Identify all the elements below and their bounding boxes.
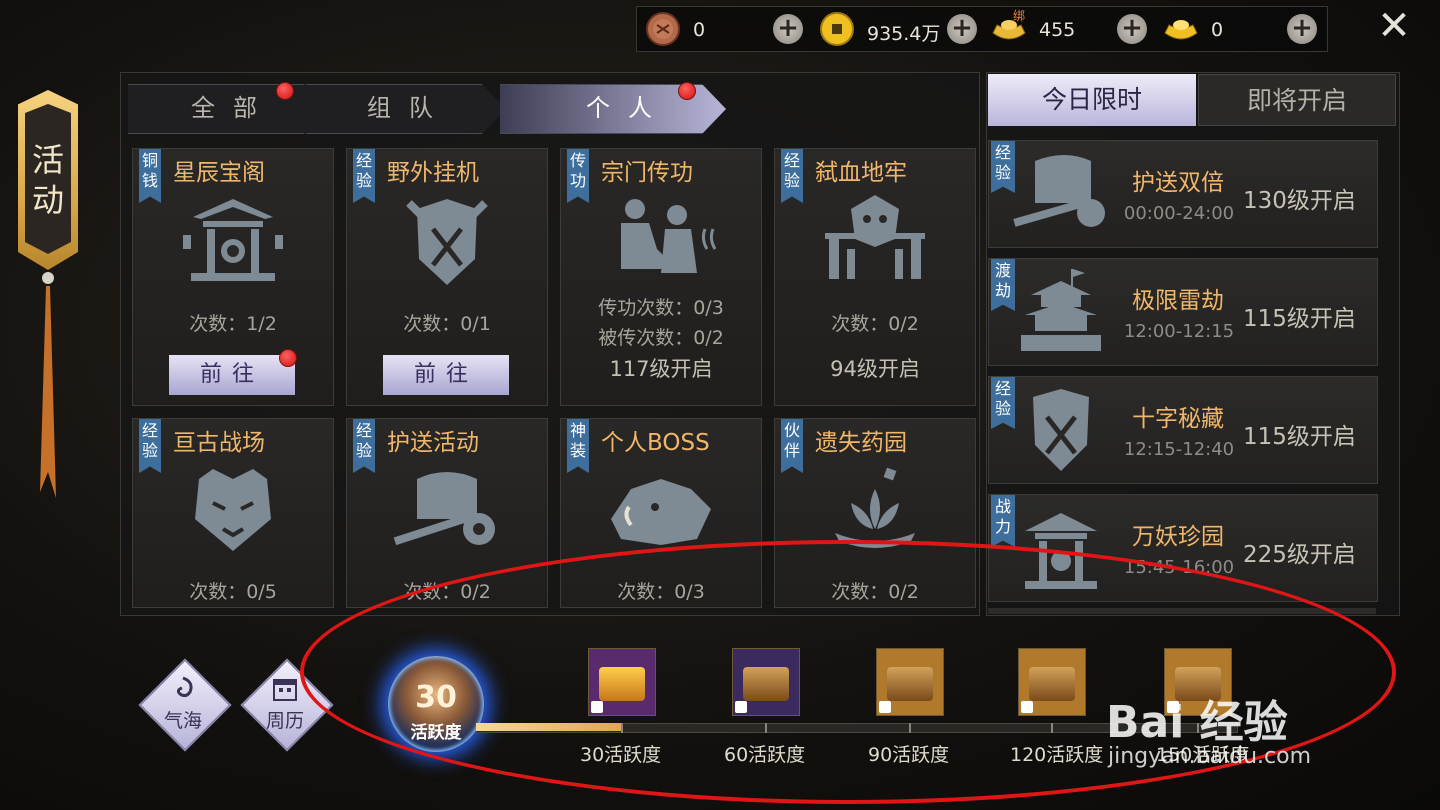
currency-copper: 0 + bbox=[637, 11, 809, 47]
close-button[interactable]: ✕ bbox=[1374, 6, 1414, 46]
unlock-level: 117级开启 bbox=[609, 357, 713, 381]
baidu-watermark-url: jingyan.baidu.com bbox=[1108, 744, 1312, 769]
card-title: 个人BOSS bbox=[601, 430, 710, 456]
activity-card[interactable]: 铜钱 星辰宝阁 次数：1/2 前往 bbox=[132, 148, 334, 406]
card-tag: 经验 bbox=[781, 149, 803, 203]
go-button[interactable]: 前往 bbox=[383, 355, 509, 395]
item-unlock-level: 115级开启 bbox=[1243, 424, 1356, 450]
tab-coming-soon[interactable]: 即将开启 bbox=[1198, 74, 1396, 126]
notification-dot bbox=[276, 82, 294, 100]
add-currency-button[interactable]: + bbox=[773, 14, 803, 44]
add-currency-button[interactable]: + bbox=[947, 14, 977, 44]
banner-title: 活动 bbox=[31, 141, 64, 219]
baidu-watermark-logo: Bai 经验 bbox=[1106, 697, 1288, 748]
item-unlock-level: 225级开启 bbox=[1243, 542, 1356, 568]
copper-coin-icon bbox=[646, 12, 680, 46]
card-count-received: 被传次数：0/2 bbox=[598, 327, 724, 349]
item-time: 12:00-12:15 bbox=[1123, 321, 1235, 342]
card-count: 次数：0/1 bbox=[403, 313, 491, 335]
currency-value: 935.4万 bbox=[867, 23, 941, 45]
tab-today-limited[interactable]: 今日限时 bbox=[988, 74, 1196, 126]
card-count: 传功次数：0/3 bbox=[598, 297, 724, 319]
currency-gold: 935.4万 + bbox=[811, 11, 983, 47]
cart-icon bbox=[1013, 155, 1105, 227]
activity-card[interactable]: 经验 亘古战场 次数：0/5 bbox=[132, 418, 334, 608]
category-tabs: 全部 组队 个人 bbox=[128, 82, 728, 132]
calendar-label: 周历 bbox=[265, 710, 304, 732]
item-name: 护送双倍 bbox=[1132, 170, 1224, 196]
currency-gold-ingot: 0 + bbox=[1155, 11, 1327, 47]
meditation-icon bbox=[621, 199, 717, 273]
cart-icon bbox=[393, 472, 495, 546]
item-name: 极限雷劫 bbox=[1132, 288, 1224, 314]
crossed-swords-shield-icon bbox=[406, 199, 488, 285]
notification-dot bbox=[279, 349, 297, 367]
card-tag: 伙伴 bbox=[781, 419, 803, 473]
currency-value: 455 bbox=[1039, 19, 1076, 41]
card-tag: 传功 bbox=[567, 149, 589, 203]
card-tag: 铜钱 bbox=[139, 149, 161, 203]
calendar-icon bbox=[273, 679, 297, 701]
gold-coin-icon bbox=[820, 12, 854, 46]
currency-value: 0 bbox=[1211, 19, 1224, 41]
item-name: 十字秘藏 bbox=[1132, 406, 1224, 432]
card-title: 宗门传功 bbox=[601, 160, 693, 186]
notification-dot bbox=[678, 82, 696, 100]
vortex-icon bbox=[176, 676, 193, 698]
item-unlock-level: 130级开启 bbox=[1243, 188, 1356, 214]
card-count: 次数：0/2 bbox=[831, 313, 919, 335]
gold-ingot-icon bbox=[1164, 20, 1198, 40]
limited-activity-item[interactable]: 经验 十字秘藏 12:15-12:40 115级开启 bbox=[988, 376, 1378, 484]
card-tag: 经验 bbox=[353, 419, 375, 473]
card-tag: 神装 bbox=[567, 419, 589, 473]
card-title: 护送活动 bbox=[387, 430, 479, 456]
item-unlock-level: 115级开启 bbox=[1243, 306, 1356, 332]
card-title: 野外挂机 bbox=[387, 160, 479, 186]
card-tag: 经验 bbox=[353, 149, 375, 203]
bound-badge: 绑 bbox=[1013, 9, 1026, 23]
card-title: 亘古战场 bbox=[173, 430, 265, 456]
add-currency-button[interactable]: + bbox=[1117, 14, 1147, 44]
card-title: 星辰宝阁 bbox=[173, 160, 265, 186]
card-count: 次数：0/5 bbox=[189, 581, 277, 603]
crossed-swords-shield-icon bbox=[1033, 389, 1089, 471]
activity-card[interactable]: 经验 弑血地牢 次数：0/2 94级开启 bbox=[774, 148, 976, 406]
activity-card[interactable]: 经验 野外挂机 次数：0/1 前往 bbox=[346, 148, 548, 406]
add-currency-button[interactable]: + bbox=[1287, 14, 1317, 44]
tiger-mask-icon bbox=[195, 469, 271, 551]
item-time: 12:15-12:40 bbox=[1123, 439, 1235, 460]
activity-card[interactable]: 传功 宗门传功 传功次数：0/3 被传次数：0/2 117级开启 bbox=[560, 148, 762, 406]
demon-gate-icon bbox=[825, 195, 925, 279]
card-tag: 经验 bbox=[139, 419, 161, 473]
qihai-label: 气海 bbox=[163, 710, 202, 732]
unlock-level: 94级开启 bbox=[830, 357, 920, 381]
currency-value: 0 bbox=[693, 19, 706, 41]
currency-bar: 0 + 935.4万 + 绑 455 + 0 + bbox=[636, 6, 1328, 52]
card-count: 次数：1/2 bbox=[189, 313, 277, 335]
pagoda-icon bbox=[1021, 269, 1101, 351]
item-time: 00:00-24:00 bbox=[1123, 203, 1235, 224]
currency-bound-ingot: 绑 455 + bbox=[983, 9, 1155, 47]
qihai-button[interactable]: 气海 bbox=[138, 658, 232, 752]
go-button[interactable]: 前往 bbox=[169, 355, 295, 395]
limited-activity-item[interactable]: 经验 护送双倍 00:00-24:00 130级开启 bbox=[988, 140, 1378, 248]
pavilion-icon bbox=[183, 199, 283, 281]
item-name: 万妖珍园 bbox=[1132, 524, 1224, 550]
limited-activity-item[interactable]: 渡劫 极限雷劫 12:00-12:15 115级开启 bbox=[988, 258, 1378, 366]
card-title: 弑血地牢 bbox=[815, 160, 907, 186]
card-title: 遗失药园 bbox=[815, 430, 907, 456]
tassel-icon bbox=[40, 272, 56, 498]
tab-team[interactable]: 组队 bbox=[324, 84, 494, 132]
